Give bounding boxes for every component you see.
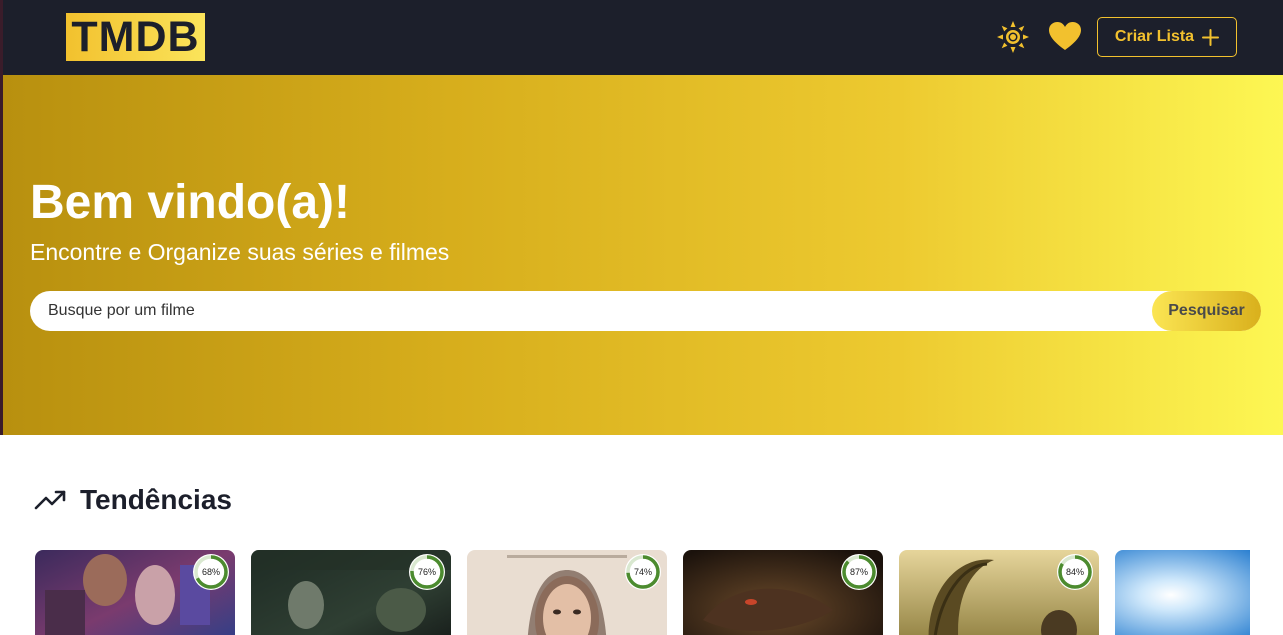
score-badge: 87% [840,553,878,591]
movie-card[interactable] [1115,550,1250,635]
movie-card[interactable]: 76% [251,550,451,635]
score-label: 84% [1065,567,1084,577]
heart-icon[interactable] [1048,20,1082,54]
movie-card[interactable]: 87% [683,550,883,635]
movie-card[interactable]: 74% [467,550,667,635]
score-label: 74% [633,567,652,577]
hero-title: Bem vindo(a)! [30,176,351,229]
trending-up-icon [34,490,66,510]
search-bar: Pesquisar [30,291,1261,331]
score-label: 68% [201,567,220,577]
trending-section-header: Tendências [34,482,232,518]
plus-icon [1202,28,1220,46]
search-input[interactable] [30,291,1160,331]
hero-subtitle: Encontre e Organize suas séries e filmes [30,239,450,265]
movie-card[interactable]: 68% [35,550,235,635]
hero-banner: Bem vindo(a)! Encontre e Organize suas s… [0,75,1283,435]
trending-carousel: 68% 76% 74% 87% 84% [35,550,1250,635]
score-badge: 74% [624,553,662,591]
movie-card[interactable]: 84% [899,550,1099,635]
score-badge: 76% [408,553,446,591]
score-label: 87% [849,567,868,577]
movie-poster [1115,550,1250,635]
top-navbar: TMDB Criar Lista [0,0,1283,75]
create-list-label: Criar Lista [1114,28,1195,45]
score-badge: 84% [1056,553,1094,591]
tmdb-logo[interactable]: TMDB [66,13,205,61]
score-label: 76% [417,567,436,577]
score-badge: 68% [192,553,230,591]
trending-title: Tendências [80,484,232,515]
search-button[interactable]: Pesquisar [1152,291,1261,331]
create-list-button[interactable]: Criar Lista [1097,17,1237,57]
sun-icon[interactable] [996,20,1030,54]
